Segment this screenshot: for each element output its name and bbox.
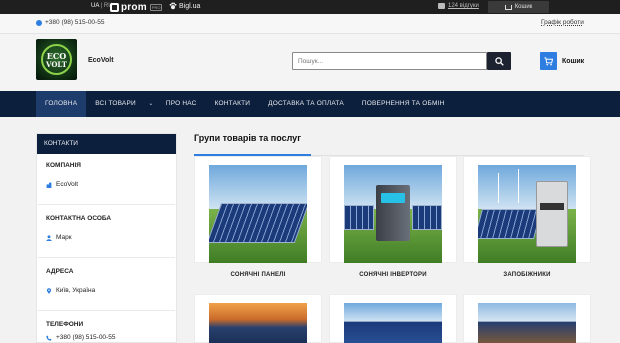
person-value: Марк — [46, 234, 72, 241]
group-card[interactable] — [463, 294, 591, 343]
group-card[interactable] — [329, 294, 457, 343]
company-name: EcoVolt — [56, 181, 79, 188]
search-input[interactable] — [292, 52, 487, 70]
address-value: Київ, Україна — [46, 287, 95, 294]
nav-item-about[interactable]: ПРО НАС — [157, 91, 206, 117]
address-text: Київ, Україна — [56, 287, 96, 294]
phones-title: ТЕЛЕФОНИ — [46, 321, 84, 328]
phone-icon — [46, 334, 52, 341]
page-title: Групи товарів та послуг — [194, 133, 301, 143]
contact-bar: +380 (98) 515-00-55 Графік роботи — [0, 14, 620, 34]
brand-name[interactable]: EcoVolt — [88, 57, 114, 64]
cart-icon — [544, 56, 553, 65]
prom-pro-badge: PRO — [149, 3, 163, 11]
fuses-image[interactable] — [478, 165, 576, 263]
topbar-cart-label: Кошик — [514, 4, 533, 10]
nav-item-all-products[interactable]: ВСІ ТОВАРИ — [86, 91, 145, 117]
main-nav: ГОЛОВНА ВСІ ТОВАРИ ⌄ ПРО НАС КОНТАКТИ ДО… — [0, 91, 620, 117]
header-phone[interactable]: +380 (98) 515-00-55 — [36, 19, 104, 26]
phone-number[interactable]: +380 (98) 515-00-55 — [45, 19, 104, 26]
site-logo[interactable]: ECO VOLT — [36, 39, 77, 80]
group-image[interactable] — [478, 303, 576, 343]
solar-panels-image[interactable] — [209, 165, 307, 263]
building-icon — [46, 182, 52, 188]
group-label[interactable]: СОНЯЧНІ ІНВЕРТОРИ — [330, 272, 456, 278]
divider — [38, 257, 175, 258]
nav-item-delivery[interactable]: ДОСТАВКА ТА ОПЛАТА — [259, 91, 353, 117]
bigl-label: Bigl.ua — [179, 2, 201, 10]
cart-button[interactable] — [540, 52, 557, 70]
group-image[interactable] — [209, 303, 307, 343]
group-card-solar-panels[interactable]: СОНЯЧНІ ПАНЕЛІ — [194, 156, 322, 278]
sidebar-phone-number[interactable]: +380 (98) 515-00-55 — [56, 334, 115, 341]
company-title: КОМПАНІЯ — [46, 162, 81, 169]
reviews-count[interactable]: 124 відгуки — [448, 3, 479, 9]
search-icon — [494, 56, 504, 66]
prom-logo-icon — [110, 2, 119, 12]
site-header: ECO VOLT EcoVolt Кошик — [0, 34, 620, 91]
location-pin-icon — [46, 287, 52, 294]
topbar-cart-button[interactable]: Кошик — [488, 1, 549, 13]
group-card-inverters[interactable]: СОНЯЧНІ ІНВЕРТОРИ — [329, 156, 457, 278]
cart-label[interactable]: Кошик — [562, 58, 584, 65]
divider — [38, 204, 175, 205]
group-label[interactable]: ЗАПОБІЖНИКИ — [464, 272, 590, 278]
schedule-link[interactable]: Графік роботи — [541, 19, 584, 26]
contacts-sidebar: КОНТАКТИ КОМПАНІЯ EcoVolt КОНТАКТНА ОСОБ… — [36, 133, 177, 343]
paw-icon — [169, 2, 177, 10]
phone-icon — [36, 19, 42, 26]
group-image[interactable] — [344, 303, 442, 343]
chevron-down-icon[interactable]: ⌄ — [145, 91, 157, 117]
search-button[interactable] — [487, 52, 511, 70]
chat-icon — [438, 3, 445, 9]
phones-value[interactable]: +380 (98) 515-00-55 — [46, 334, 115, 341]
nav-item-contacts[interactable]: КОНТАКТИ — [206, 91, 260, 117]
group-label[interactable]: СОНЯЧНІ ПАНЕЛІ — [195, 272, 321, 278]
group-card-fuses[interactable]: ЗАПОБІЖНИКИ — [463, 156, 591, 278]
prom-logo-text: prom — [121, 1, 147, 13]
person-title: КОНТАКТНА ОСОБА — [46, 215, 112, 222]
top-bar: UA | RU prom PRO Bigl.ua 124 відгуки Кош… — [0, 0, 620, 14]
group-card[interactable] — [194, 294, 322, 343]
user-icon — [46, 234, 52, 241]
inverter-image[interactable] — [344, 165, 442, 263]
person-name: Марк — [56, 234, 72, 241]
nav-item-home[interactable]: ГОЛОВНА — [36, 91, 87, 117]
sidebar-heading: КОНТАКТИ — [37, 134, 176, 154]
divider — [38, 310, 175, 311]
address-title: АДРЕСА — [46, 268, 74, 275]
company-value: EcoVolt — [46, 181, 78, 188]
lang-ua[interactable]: UA — [91, 3, 99, 9]
reviews-link[interactable]: 124 відгуки — [438, 3, 479, 9]
prom-logo[interactable]: prom PRO — [110, 1, 163, 13]
bigl-link[interactable]: Bigl.ua — [169, 2, 200, 10]
logo-text-bottom: VOLT — [46, 60, 67, 69]
nav-item-returns[interactable]: ПОВЕРНЕННЯ ТА ОБМІН — [353, 91, 454, 117]
cart-icon — [504, 4, 512, 10]
